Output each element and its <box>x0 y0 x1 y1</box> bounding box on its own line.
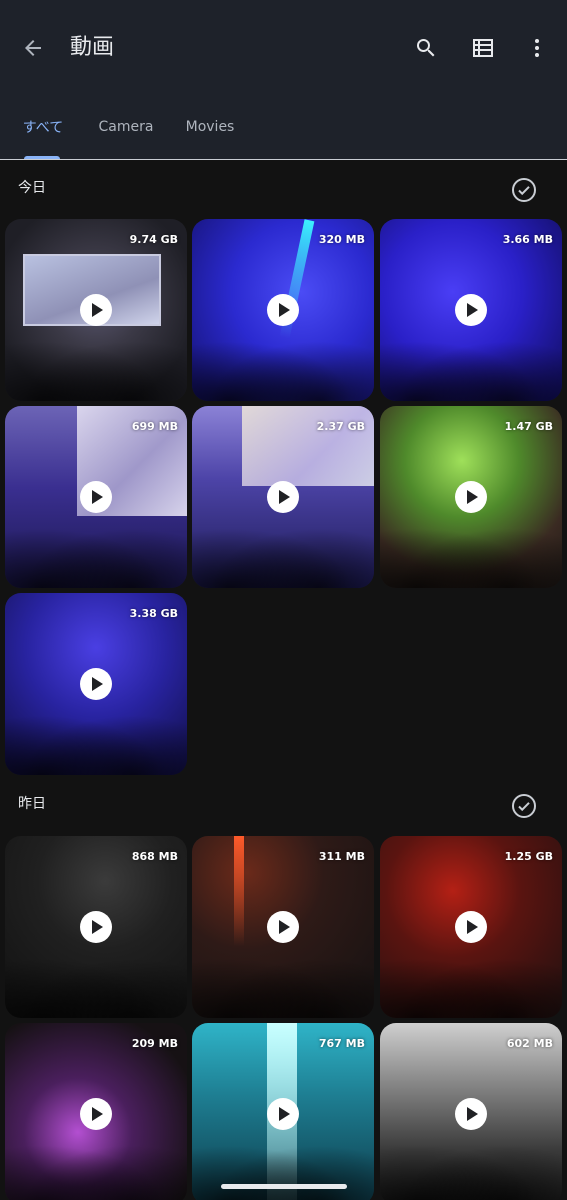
more-vert-icon <box>535 39 539 57</box>
file-size-label: 699 MB <box>131 420 178 433</box>
back-button[interactable] <box>9 24 57 72</box>
search-button[interactable] <box>402 24 450 72</box>
video-thumbnail[interactable]: 1.25 GB <box>380 836 562 1018</box>
crowd-silhouette <box>380 518 562 588</box>
file-size-label: 602 MB <box>506 1037 553 1050</box>
file-size-label: 1.25 GB <box>504 850 553 863</box>
video-thumbnail[interactable]: 320 MB <box>192 219 374 401</box>
play-icon[interactable] <box>80 481 112 513</box>
section-header-today: 今日 <box>0 160 567 220</box>
list-view-button[interactable] <box>459 24 507 72</box>
play-icon[interactable] <box>80 1098 112 1130</box>
section-title: 今日 <box>18 180 46 196</box>
tab-camera[interactable]: Camera <box>90 96 162 158</box>
top-app-bar: 動画 すべて Camera Movies <box>0 0 567 160</box>
video-thumbnail[interactable]: 209 MB <box>5 1023 187 1200</box>
video-thumbnail[interactable]: 2.37 GB <box>192 406 374 588</box>
play-icon[interactable] <box>455 911 487 943</box>
play-icon[interactable] <box>267 911 299 943</box>
select-all-button[interactable] <box>506 172 542 208</box>
section-header-yesterday: 昨日 <box>0 776 567 836</box>
video-grid-today: 9.74 GB 320 MB 3.66 MB 699 MB 2.37 GB 1.… <box>5 219 563 775</box>
tab-movies[interactable]: Movies <box>178 96 242 158</box>
video-thumbnail[interactable]: 3.38 GB <box>5 593 187 775</box>
play-icon[interactable] <box>455 1098 487 1130</box>
crowd-silhouette <box>380 331 562 401</box>
file-size-label: 1.47 GB <box>504 420 553 433</box>
gesture-nav-handle[interactable] <box>221 1184 347 1189</box>
file-size-label: 767 MB <box>318 1037 365 1050</box>
play-icon[interactable] <box>80 294 112 326</box>
crowd-silhouette <box>192 948 374 1018</box>
video-thumbnail[interactable]: 868 MB <box>5 836 187 1018</box>
search-icon <box>417 39 435 57</box>
play-icon[interactable] <box>455 481 487 513</box>
play-icon[interactable] <box>80 911 112 943</box>
more-options-button[interactable] <box>513 24 561 72</box>
tab-all[interactable]: すべて <box>14 96 72 158</box>
play-icon[interactable] <box>267 481 299 513</box>
video-grid-yesterday: 868 MB 311 MB 1.25 GB 209 MB 767 MB 602 … <box>5 836 563 1200</box>
play-icon[interactable] <box>80 668 112 700</box>
file-size-label: 2.37 GB <box>316 420 365 433</box>
crowd-silhouette <box>380 1135 562 1200</box>
file-size-label: 3.66 MB <box>502 233 553 246</box>
arrow-back-icon <box>25 40 41 56</box>
section-title: 昨日 <box>18 796 46 812</box>
crowd-silhouette <box>192 331 374 401</box>
file-size-label: 3.38 GB <box>129 607 178 620</box>
list-view-icon <box>473 39 493 57</box>
crowd-silhouette <box>5 1135 187 1200</box>
play-icon[interactable] <box>455 294 487 326</box>
video-thumbnail[interactable]: 699 MB <box>5 406 187 588</box>
play-icon[interactable] <box>267 294 299 326</box>
file-size-label: 868 MB <box>131 850 178 863</box>
tab-bar: すべて Camera Movies <box>0 96 567 160</box>
file-size-label: 9.74 GB <box>129 233 178 246</box>
video-thumbnail[interactable]: 1.47 GB <box>380 406 562 588</box>
file-size-label: 320 MB <box>318 233 365 246</box>
app-bar-row: 動画 <box>0 0 567 96</box>
check-circle-icon <box>512 178 536 202</box>
file-size-label: 209 MB <box>131 1037 178 1050</box>
crowd-silhouette <box>5 948 187 1018</box>
file-size-label: 311 MB <box>318 850 365 863</box>
page-title: 動画 <box>70 35 115 60</box>
select-all-button[interactable] <box>506 788 542 824</box>
screen-art <box>242 406 374 486</box>
crowd-silhouette <box>192 1135 374 1200</box>
video-thumbnail[interactable]: 9.74 GB <box>5 219 187 401</box>
crowd-silhouette <box>5 705 187 775</box>
video-thumbnail[interactable]: 602 MB <box>380 1023 562 1200</box>
crowd-silhouette <box>380 948 562 1018</box>
light-beam <box>234 836 244 946</box>
crowd-silhouette <box>5 331 187 401</box>
video-thumbnail[interactable]: 311 MB <box>192 836 374 1018</box>
video-thumbnail[interactable]: 767 MB <box>192 1023 374 1200</box>
crowd-silhouette <box>192 518 374 588</box>
play-icon[interactable] <box>267 1098 299 1130</box>
video-thumbnail[interactable]: 3.66 MB <box>380 219 562 401</box>
crowd-silhouette <box>5 518 187 588</box>
check-circle-icon <box>512 794 536 818</box>
video-library-screen: 動画 すべて Camera Movies 今日 9.74 GB 320 MB 3… <box>0 0 567 1200</box>
